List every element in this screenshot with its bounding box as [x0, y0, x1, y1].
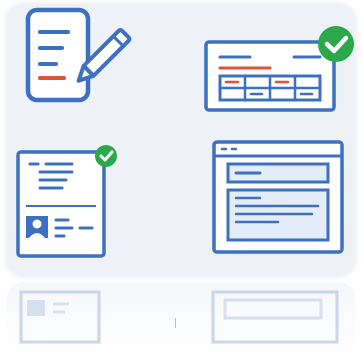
document-edit-icon [25, 7, 132, 103]
illustration-reflection [7, 282, 355, 356]
browser-window-icon [212, 140, 344, 254]
browser-window-reflection-icon [211, 290, 339, 344]
id-document-check-icon [16, 145, 117, 258]
divider-mark [175, 318, 176, 328]
form-table-check-icon [204, 26, 354, 112]
id-document-reflection-icon [19, 290, 101, 344]
